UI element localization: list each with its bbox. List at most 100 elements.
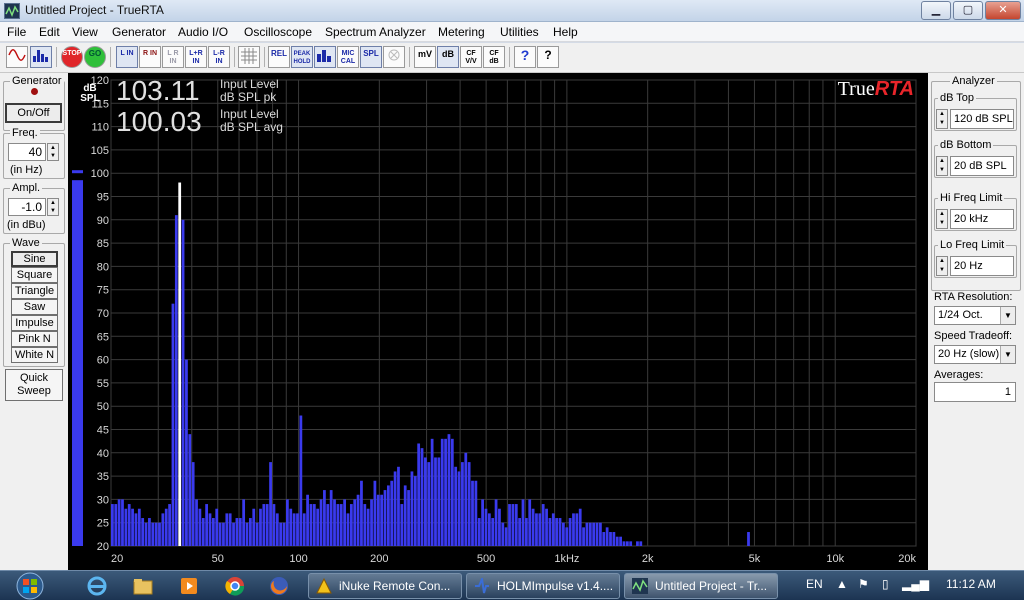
minimize-button[interactable]: ▁ (921, 1, 951, 20)
spectrum-bar (582, 527, 585, 546)
l-minus-r-input-button[interactable]: L-R IN (208, 46, 230, 68)
grid-icon-button[interactable] (238, 46, 260, 68)
whats-this-pointer-button[interactable]: ? (537, 46, 559, 68)
taskbar-truerta[interactable]: Untitled Project - Tr... (624, 573, 778, 599)
spectrum-bar (222, 522, 225, 546)
averages-input[interactable]: 1 (934, 382, 1016, 402)
menu-oscilloscope[interactable]: Oscilloscope (244, 25, 312, 39)
spectrum-bar (467, 462, 471, 546)
battery-icon[interactable]: ▯ (882, 577, 889, 591)
menu-help[interactable]: Help (553, 25, 578, 39)
network-icon[interactable]: ▂▄▆ (902, 577, 929, 591)
speed-tradeoff-select[interactable]: 20 Hz (slow) ▼ (934, 345, 1016, 364)
clock: 11:12 AM (946, 577, 996, 591)
left-right-input-button[interactable]: L R IN (162, 46, 184, 68)
stop-button[interactable]: STOP (61, 46, 83, 68)
amplitude-input[interactable]: -1.0 (8, 198, 46, 216)
menu-utilities[interactable]: Utilities (500, 25, 539, 39)
spectrum-bar (148, 518, 151, 546)
spectrum-bar (232, 522, 235, 546)
menu-audio-io[interactable]: Audio I/O (178, 25, 228, 39)
wave-pink-noise-button[interactable]: Pink N (11, 331, 58, 347)
taskbar-inuke-remote[interactable]: iNuke Remote Con... (308, 573, 462, 599)
internet-explorer-icon[interactable] (86, 575, 110, 597)
spl-button[interactable]: SPL (360, 46, 382, 68)
wave-sine-button[interactable]: Sine (11, 251, 58, 267)
start-button[interactable] (4, 572, 56, 600)
help-button[interactable]: ? (514, 46, 536, 68)
spectrum-bar (400, 504, 404, 546)
disabled-close-icon-button[interactable] (383, 46, 405, 68)
spectrum-bar (292, 513, 296, 546)
relative-button[interactable]: REL (268, 46, 290, 68)
x-tick-label: 200 (370, 553, 388, 565)
spectrum-bar (242, 499, 246, 546)
db-bottom-input[interactable]: 20 dB SPL (950, 156, 1014, 176)
wave-saw-button[interactable]: Saw (11, 299, 58, 315)
spectrum-bar (434, 457, 437, 546)
menu-spectrum-analyzer[interactable]: Spectrum Analyzer (325, 25, 426, 39)
spectrum-bar (514, 504, 518, 546)
bar-graph-icon-button[interactable] (314, 46, 336, 68)
lo-freq-input[interactable]: 20 Hz (950, 256, 1014, 276)
spectrum-bar (137, 508, 141, 546)
menu-metering[interactable]: Metering (438, 25, 485, 39)
spectrum-bar (464, 452, 468, 546)
quick-sweep-button[interactable]: Quick Sweep (5, 369, 63, 401)
generator-on-off-button[interactable]: On/Off (5, 103, 62, 123)
spectrum-bar (272, 504, 276, 546)
cf-db-button[interactable]: CF dB (483, 46, 505, 68)
l-plus-r-input-button[interactable]: L+R IN (185, 46, 207, 68)
file-explorer-icon[interactable] (132, 575, 156, 597)
peak-hold-button[interactable]: PEAK HOLD (291, 46, 313, 68)
spectrum-bar (625, 541, 629, 546)
hi-freq-input[interactable]: 20 kHz (950, 209, 1014, 229)
flag-icon[interactable]: ⚑ (858, 577, 869, 591)
taskbar-holmimpulse[interactable]: HOLMImpulse v1.4.... (466, 573, 620, 599)
frequency-input[interactable]: 40 (8, 143, 46, 161)
db-top-stepper[interactable]: ▲ ▼ (936, 109, 948, 129)
wave-square-button[interactable]: Square (11, 267, 58, 283)
chevron-down-icon[interactable]: ▼ (1000, 307, 1015, 324)
rta-resolution-select[interactable]: 1/24 Oct. ▼ (934, 306, 1016, 325)
cf-volts-button[interactable]: CF V/V (460, 46, 482, 68)
wave-impulse-button[interactable]: Impulse (11, 315, 58, 331)
menu-edit[interactable]: Edit (39, 25, 60, 39)
firefox-icon[interactable] (268, 575, 292, 597)
amplitude-stepper[interactable]: ▲ ▼ (47, 198, 59, 216)
mic-calibration-button[interactable]: MIC CAL (337, 46, 359, 68)
go-button[interactable]: GO (84, 46, 106, 68)
menu-bar: File Edit View Generator Audio I/O Oscil… (0, 22, 1024, 42)
language-indicator[interactable]: EN (806, 577, 823, 591)
db-top-input[interactable]: 120 dB SPL (950, 109, 1014, 129)
chevron-down-icon[interactable]: ▼ (1000, 346, 1015, 363)
close-button[interactable]: ✕ (985, 1, 1021, 20)
frequency-stepper[interactable]: ▲ ▼ (47, 143, 59, 161)
lo-freq-stepper[interactable]: ▲ ▼ (936, 256, 948, 276)
menu-generator[interactable]: Generator (112, 25, 166, 39)
task-label: HOLMImpulse v1.4.... (497, 579, 614, 593)
spectrum-bar (114, 504, 118, 546)
x-tick-label: 5k (749, 553, 761, 565)
truerta-logo: TrueRTA (837, 78, 914, 100)
x-tick-label: 20k (898, 553, 916, 565)
db-units-button[interactable]: dB (437, 46, 459, 68)
hi-freq-stepper[interactable]: ▲ ▼ (936, 209, 948, 229)
spectrum-bar (393, 471, 397, 546)
menu-file[interactable]: File (7, 25, 26, 39)
wave-white-noise-button[interactable]: White N (11, 347, 58, 363)
right-input-button[interactable]: R IN (139, 46, 161, 68)
oscilloscope-sine-icon-button[interactable] (6, 46, 28, 68)
show-hidden-icons-icon[interactable]: ▲ (836, 577, 848, 591)
millivolt-units-button[interactable]: mV (414, 46, 436, 68)
wave-triangle-button[interactable]: Triangle (11, 283, 58, 299)
spectrum-bar (282, 522, 286, 546)
maximize-button[interactable]: ▢ (953, 1, 983, 20)
truerta-app-icon[interactable] (4, 3, 20, 19)
db-bottom-stepper[interactable]: ▲ ▼ (936, 156, 948, 176)
menu-view[interactable]: View (72, 25, 98, 39)
left-input-button[interactable]: L IN (116, 46, 138, 68)
media-player-icon[interactable] (178, 575, 202, 597)
spectrum-analyzer-icon-button[interactable] (30, 46, 52, 68)
chrome-icon[interactable] (224, 575, 248, 597)
